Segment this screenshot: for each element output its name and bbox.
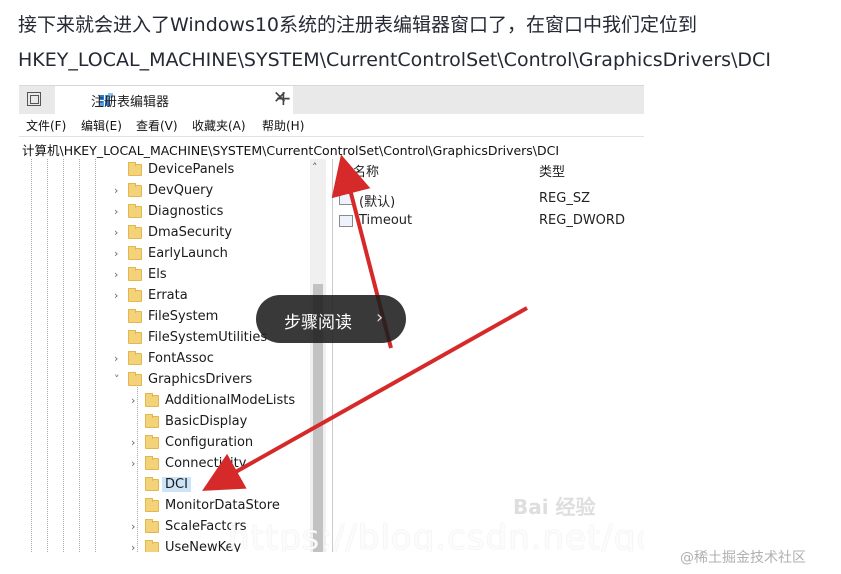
juejin-watermark: @稀土掘金技术社区 — [680, 550, 806, 566]
step-read-button[interactable]: 步骤阅读 › — [256, 295, 406, 343]
chevron-right-icon: › — [376, 307, 384, 328]
step-read-label: 步骤阅读 — [284, 313, 352, 333]
csdn-watermark: https://blog.csdn.net/qq — [228, 518, 644, 552]
article-paragraph: 接下来就会进入了Windows10系统的注册表编辑器窗口了，在窗口中我们定位到H… — [18, 14, 771, 71]
